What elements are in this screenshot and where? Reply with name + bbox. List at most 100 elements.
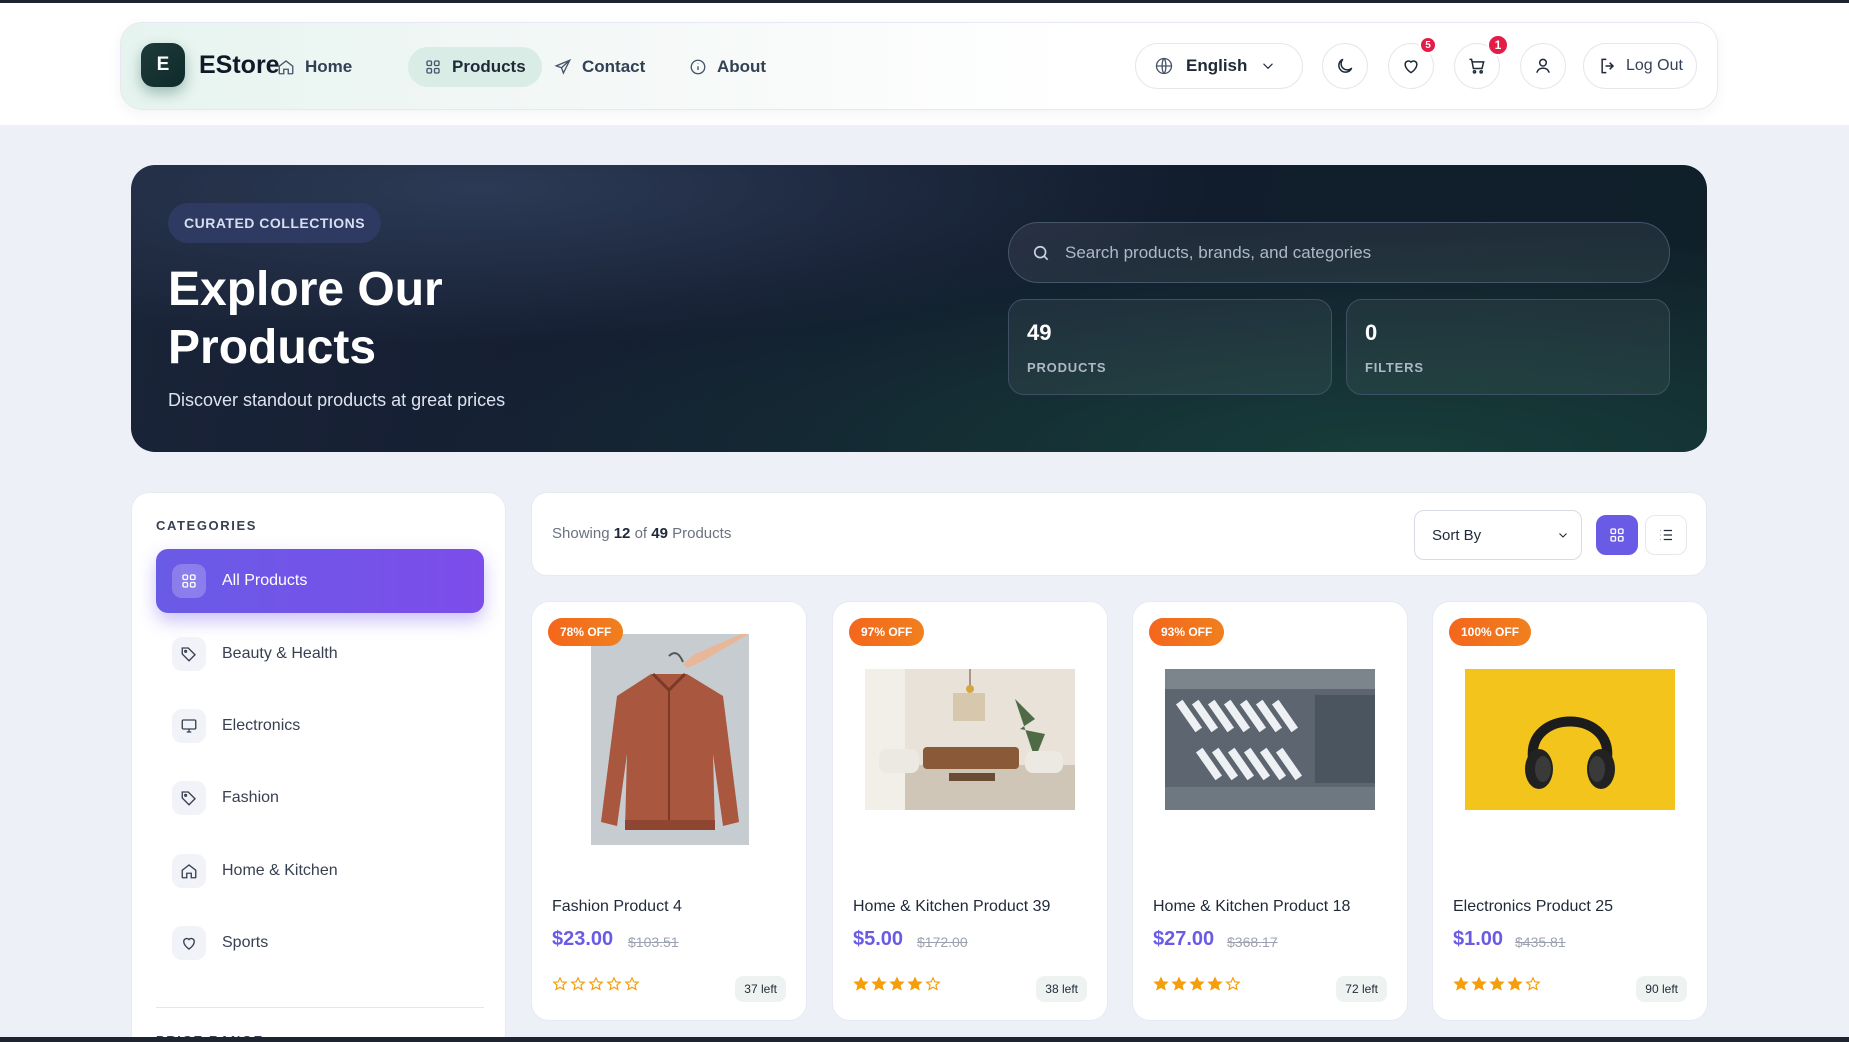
discount-badge: 93% OFF [1149, 618, 1225, 646]
hero-title: Explore Our Products [168, 263, 443, 374]
star-empty-icon [552, 976, 568, 991]
home-icon [172, 854, 206, 888]
stock-badge: 37 left [735, 976, 786, 1002]
product-card[interactable]: 78% OFF Fashion Product 4 $23.00 $103.51… [531, 601, 807, 1021]
results-toolbar: Showing 12 of 49 Products Sort By [531, 492, 1707, 576]
discount-badge: 78% OFF [548, 618, 624, 646]
stock-badge: 90 left [1636, 976, 1687, 1002]
stock-badge: 72 left [1336, 976, 1387, 1002]
search-input[interactable] [1065, 242, 1669, 263]
hero-tag: CURATED COLLECTIONS [168, 203, 382, 243]
product-old-price: $103.51 [628, 934, 679, 950]
grid-view-button[interactable] [1596, 515, 1638, 555]
product-image-headphones[interactable] [1465, 669, 1675, 810]
nav-home[interactable]: Home [261, 47, 368, 87]
star-empty-icon [1225, 976, 1241, 991]
category-label: All Products [222, 572, 308, 589]
star-filled-icon [1171, 976, 1187, 991]
wishlist-count-badge: 5 [1419, 36, 1437, 54]
star-empty-icon [624, 976, 640, 991]
cart-count-badge: 1 [1487, 34, 1509, 56]
chevron-down-icon [1559, 533, 1567, 538]
star-filled-icon [853, 976, 869, 991]
star-filled-icon [1153, 976, 1169, 991]
cart-icon [1469, 58, 1485, 74]
product-old-price: $172.00 [917, 934, 968, 950]
product-name[interactable]: Fashion Product 4 [552, 898, 682, 916]
category-electronics[interactable]: Electronics [156, 694, 484, 758]
monitor-icon [172, 709, 206, 743]
tag-icon [172, 637, 206, 671]
star-filled-icon [1453, 976, 1469, 991]
logo-badge[interactable]: E [141, 43, 185, 87]
product-price: $1.00 [1453, 928, 1504, 950]
product-image-jacket[interactable] [591, 634, 749, 845]
product-card[interactable]: 93% OFF Home & Kitchen Product 18 $27.00… [1132, 601, 1408, 1021]
star-empty-icon [1525, 976, 1541, 991]
info-icon [690, 59, 706, 75]
theme-toggle-button[interactable] [1322, 43, 1368, 89]
logout-icon [1601, 58, 1615, 74]
nav-about[interactable]: About [673, 47, 782, 87]
filters-stat-value: 0 [1365, 320, 1378, 345]
product-name[interactable]: Home & Kitchen Product 39 [853, 898, 1050, 916]
heart-icon [172, 926, 206, 960]
product-image-trucks-aerial[interactable] [1165, 669, 1375, 810]
rating-stars [552, 976, 640, 992]
language-selector[interactable]: English [1135, 43, 1303, 89]
category-sports[interactable]: Sports [156, 911, 484, 975]
star-filled-icon [1189, 976, 1205, 991]
logout-label: Log Out [1626, 57, 1683, 74]
list-view-button[interactable] [1645, 515, 1687, 555]
category-all-products[interactable]: All Products [156, 549, 484, 613]
language-label: English [1186, 56, 1248, 75]
rating-stars [853, 976, 941, 992]
star-filled-icon [1507, 976, 1523, 991]
star-empty-icon [606, 976, 622, 991]
hero-subtitle: Discover standout products at great pric… [168, 390, 506, 410]
category-label: Sports [222, 934, 269, 951]
grid-icon [172, 564, 206, 598]
star-filled-icon [907, 976, 923, 991]
product-card[interactable]: 100% OFF Electronics Product 25 $1.00 $4… [1432, 601, 1708, 1021]
logout-button[interactable]: Log Out [1583, 43, 1697, 89]
product-card[interactable]: 97% OFF Home & Kitchen Product 39 $5.00 … [832, 601, 1108, 1021]
star-filled-icon [871, 976, 887, 991]
discount-badge: 97% OFF [849, 618, 925, 646]
send-icon [554, 58, 572, 75]
category-label: Beauty & Health [222, 645, 338, 662]
product-price: $27.00 [1153, 928, 1215, 950]
search-bar[interactable] [1008, 222, 1670, 283]
product-old-price: $368.17 [1227, 934, 1278, 950]
products-stat-value: 49 [1027, 320, 1052, 345]
filters-stat: 0 FILTERS [1346, 299, 1670, 395]
profile-button[interactable] [1520, 43, 1566, 89]
globe-icon [1155, 57, 1173, 75]
home-icon [278, 60, 294, 75]
chevron-down-icon [1263, 63, 1274, 70]
cart-button[interactable]: 1 [1454, 34, 1509, 89]
category-label: Electronics [222, 717, 301, 734]
filters-stat-label: FILTERS [1365, 360, 1424, 375]
star-filled-icon [1471, 976, 1487, 991]
nav-products-label: Products [452, 57, 526, 76]
categories-heading: CATEGORIES [156, 518, 257, 533]
nav-products[interactable]: Products [408, 47, 542, 87]
sort-select[interactable]: Sort By [1414, 510, 1582, 560]
star-filled-icon [889, 976, 905, 991]
heart-icon [1404, 60, 1418, 74]
product-price: $5.00 [853, 928, 904, 950]
category-fashion[interactable]: Fashion [156, 766, 484, 830]
nav-about-label: About [717, 57, 767, 76]
product-name[interactable]: Electronics Product 25 [1453, 898, 1613, 916]
product-image-living-room[interactable] [865, 669, 1075, 810]
category-beauty-health[interactable]: Beauty & Health [156, 622, 484, 686]
nav-contact[interactable]: Contact [538, 47, 661, 87]
category-home-kitchen[interactable]: Home & Kitchen [156, 839, 484, 903]
star-filled-icon [1207, 976, 1223, 991]
product-name[interactable]: Home & Kitchen Product 18 [1153, 898, 1350, 916]
wishlist-button[interactable]: 5 [1388, 36, 1437, 89]
nav-home-label: Home [305, 57, 353, 76]
star-filled-icon [1489, 976, 1505, 991]
hero-banner: CURATED COLLECTIONS Explore Our Products… [131, 165, 1707, 452]
